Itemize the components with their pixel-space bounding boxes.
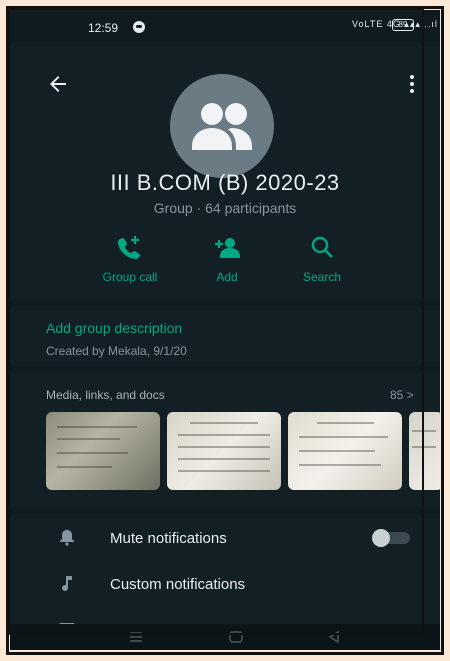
inner-frame bbox=[8, 8, 424, 635]
